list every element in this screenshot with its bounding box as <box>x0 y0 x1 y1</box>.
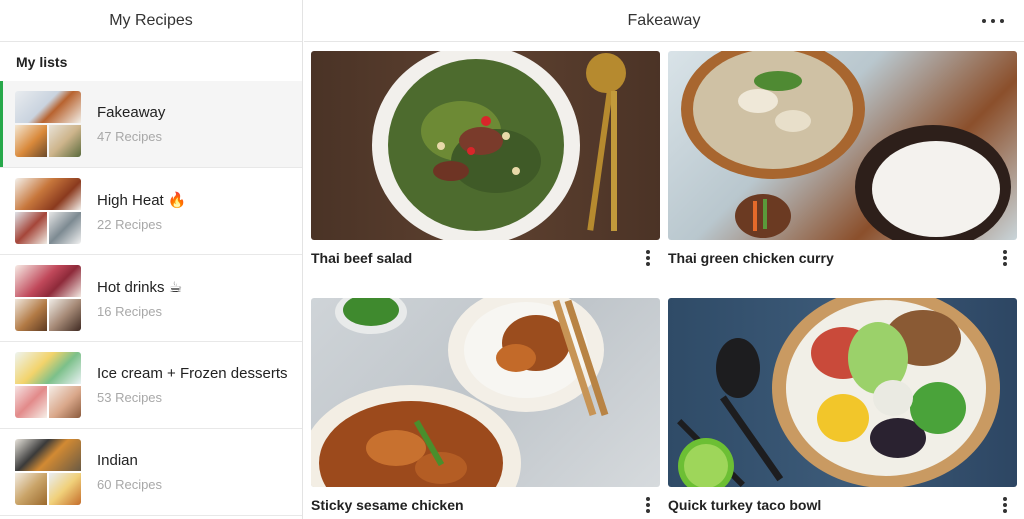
recipe-title[interactable]: Sticky sesame chicken <box>311 497 464 513</box>
recipe-image[interactable] <box>668 51 1017 240</box>
main-header: Fakeaway <box>304 0 1024 42</box>
sidebar-item-high-heat[interactable]: High Heat 🔥 22 Recipes <box>0 168 302 255</box>
sidebar-header: My Recipes <box>0 0 302 42</box>
sidebar-item-label: Fakeaway <box>97 104 166 121</box>
more-options-icon[interactable] <box>982 11 1004 31</box>
recipe-image[interactable] <box>311 298 660 487</box>
list-thumbnail <box>15 265 81 331</box>
sidebar-item-ice-cream[interactable]: Ice cream + Frozen desserts 53 Recipes <box>0 342 302 429</box>
sidebar-item-label: High Heat 🔥 <box>97 191 187 209</box>
recipe-title[interactable]: Quick turkey taco bowl <box>668 497 821 513</box>
sidebar-item-label: Ice cream + Frozen desserts <box>97 365 288 382</box>
recipe-title[interactable]: Thai beef salad <box>311 250 412 266</box>
sidebar-item-count: 16 Recipes <box>97 303 163 319</box>
recipe-image[interactable] <box>311 51 660 240</box>
sidebar-title: My Recipes <box>109 11 193 29</box>
sidebar-item-hot-drinks[interactable]: Hot drinks ☕ 16 Recipes <box>0 255 302 342</box>
main-panel: Fakeaway Thai beef salad Thai green chic… <box>304 0 1024 519</box>
sidebar-item-count: 53 Recipes <box>97 390 163 405</box>
sidebar-item-count: 60 Recipes <box>97 477 163 492</box>
recipe-card[interactable]: Thai green chicken curry <box>668 51 1017 276</box>
list-thumbnail <box>15 439 81 505</box>
sidebar-item-label: Indian <box>97 452 138 469</box>
sidebar-item-indian[interactable]: Indian 60 Recipes <box>0 429 302 516</box>
list-thumbnail <box>15 91 81 157</box>
recipe-menu-icon[interactable] <box>642 248 654 268</box>
recipe-card[interactable]: Sticky sesame chicken <box>311 298 660 519</box>
active-indicator <box>0 81 3 167</box>
sidebar-item-fakeaway[interactable]: Fakeaway 47 Recipes <box>0 81 302 168</box>
recipe-card[interactable]: Quick turkey taco bowl <box>668 298 1017 519</box>
sidebar-item-count: 47 Recipes <box>97 129 163 144</box>
recipe-title[interactable]: Thai green chicken curry <box>668 250 834 266</box>
my-lists-label: My lists <box>16 53 68 70</box>
sidebar: My Recipes My lists Fakeaway 47 Recipes … <box>0 0 303 519</box>
sidebar-item-label: Hot drinks ☕ <box>97 278 183 296</box>
recipe-menu-icon[interactable] <box>999 495 1011 515</box>
recipe-menu-icon[interactable] <box>999 248 1011 268</box>
sidebar-item-count: 22 Recipes <box>97 216 163 232</box>
recipe-image[interactable] <box>668 298 1017 487</box>
recipe-menu-icon[interactable] <box>642 495 654 515</box>
recipe-card[interactable]: Thai beef salad <box>311 51 660 276</box>
section-label: My lists <box>0 42 302 81</box>
list-thumbnail <box>15 352 81 418</box>
list-thumbnail <box>15 178 81 244</box>
page-title: Fakeaway <box>627 11 701 29</box>
